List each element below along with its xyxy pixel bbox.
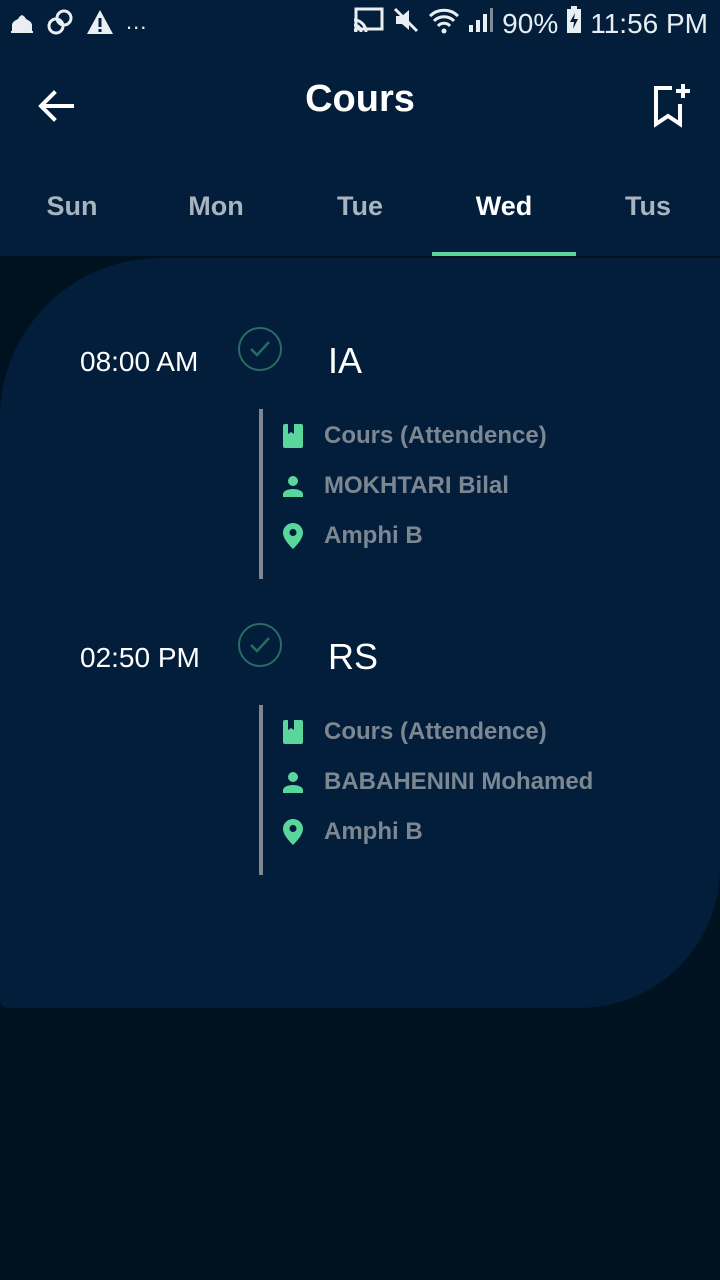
- room-name: Amphi B: [324, 818, 423, 845]
- app-bar: Cours: [0, 48, 720, 160]
- session-type: Cours (Attendence): [324, 718, 547, 745]
- person-icon: [280, 768, 306, 796]
- course-name: RS: [328, 636, 379, 677]
- timeline-divider: [259, 409, 263, 579]
- teacher-name: BABAHENINI Mohamed: [324, 768, 594, 795]
- location-pin-icon: [280, 522, 306, 550]
- more-notifications-indicator: ...: [126, 8, 148, 34]
- mute-icon: [392, 6, 420, 41]
- header-area: ... 90% 11:56 PM Cours Sun Mon Tue Wed T…: [0, 0, 720, 256]
- battery-percent: 90%: [502, 7, 559, 39]
- battery-icon: [566, 6, 582, 41]
- tab-wed[interactable]: Wed: [432, 160, 576, 256]
- page-title: Cours: [305, 78, 415, 120]
- teacher-row: BABAHENINI Mohamed: [280, 768, 593, 796]
- tab-sun[interactable]: Sun: [0, 160, 144, 256]
- status-bar: ... 90% 11:56 PM: [0, 0, 720, 48]
- teacher-name: MOKHTARI Bilal: [324, 472, 509, 499]
- teacher-row: MOKHTARI Bilal: [280, 472, 509, 500]
- timeline-divider: [259, 705, 263, 875]
- book-icon: [280, 422, 306, 450]
- link-icon: [46, 8, 74, 41]
- schedule-card: 08:00 AM IA Cours (Attendence) MOKHTARI …: [0, 258, 720, 1008]
- check-icon: [238, 327, 282, 371]
- location-pin-icon: [280, 818, 306, 846]
- room-row: Amphi B: [280, 818, 423, 846]
- mosque-icon: [10, 11, 34, 38]
- warning-icon: [86, 9, 114, 40]
- check-icon: [238, 623, 282, 667]
- session-type-row: Cours (Attendence): [280, 718, 547, 746]
- session-time: 02:50 PM: [80, 642, 200, 673]
- bookmark-add-icon: [654, 84, 690, 128]
- book-icon: [280, 718, 306, 746]
- room-name: Amphi B: [324, 522, 423, 549]
- session-time: 08:00 AM: [80, 346, 199, 377]
- room-row: Amphi B: [280, 522, 423, 550]
- wifi-icon: [428, 6, 460, 41]
- tab-tus[interactable]: Tus: [576, 160, 720, 256]
- signal-icon: [468, 7, 494, 40]
- day-tabs: Sun Mon Tue Wed Tus: [0, 160, 720, 256]
- tab-tue[interactable]: Tue: [288, 160, 432, 256]
- session-type-row: Cours (Attendence): [280, 422, 547, 450]
- session-type: Cours (Attendence): [324, 422, 547, 449]
- add-bookmark-button[interactable]: [646, 82, 694, 130]
- tab-mon[interactable]: Mon: [144, 160, 288, 256]
- clock: 11:56 PM: [590, 7, 708, 39]
- person-icon: [280, 472, 306, 500]
- course-name: IA: [328, 340, 363, 381]
- cast-icon: [352, 6, 384, 41]
